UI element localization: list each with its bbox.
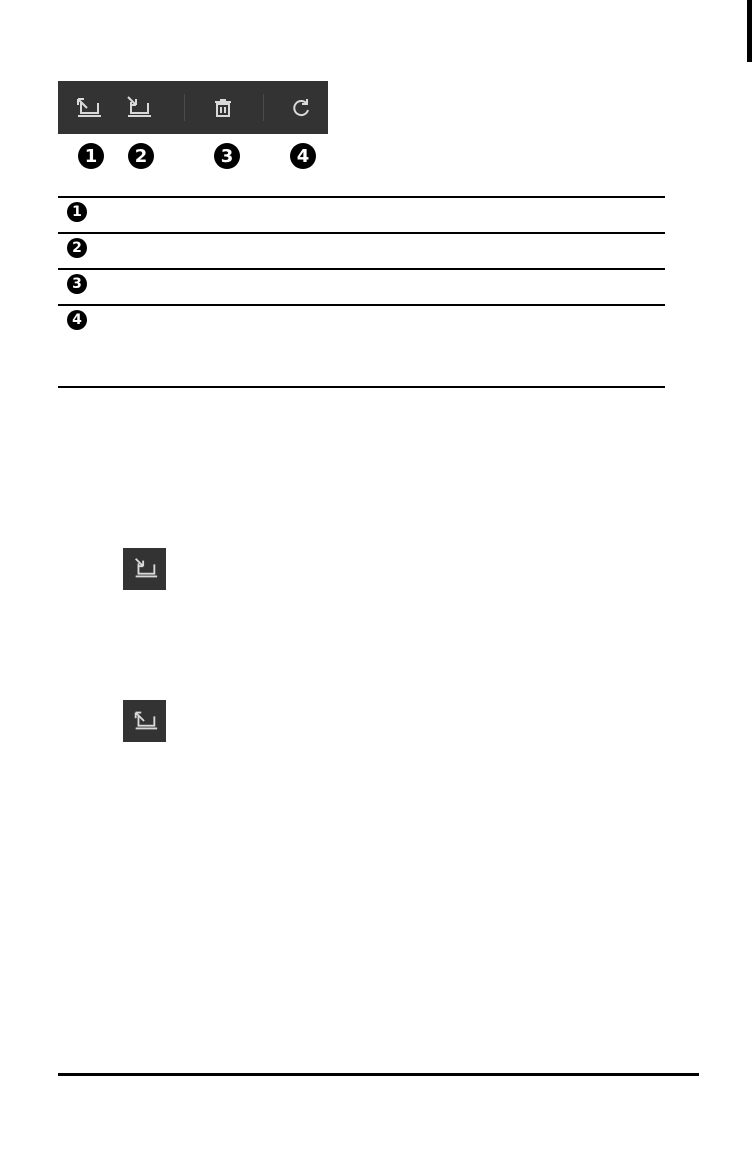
refresh-button[interactable] <box>276 81 326 134</box>
toolbar-separator <box>263 94 264 121</box>
delete-button[interactable] <box>198 81 248 134</box>
callout-2: 2 <box>128 143 154 169</box>
laptop-arrow-out-icon <box>77 97 101 117</box>
legend-number: 2 <box>67 238 87 258</box>
footer-rule <box>58 1073 699 1076</box>
legend-row: 3 <box>58 268 665 304</box>
legend-number: 1 <box>67 202 87 222</box>
toolbar-separator <box>184 94 185 121</box>
laptop-arrow-in-icon <box>127 95 151 117</box>
download-to-computer-button[interactable] <box>113 81 163 134</box>
refresh-icon <box>293 98 309 116</box>
callout-4: 4 <box>290 143 316 169</box>
legend-table: 1 2 3 4 <box>58 196 665 388</box>
download-to-computer-inline-button <box>123 548 166 590</box>
callout-1: 1 <box>78 143 104 169</box>
page-edge-rule <box>747 0 752 62</box>
callout-3: 3 <box>214 143 240 169</box>
legend-row: 1 <box>58 196 665 232</box>
upload-to-device-button[interactable] <box>63 81 113 134</box>
laptop-arrow-in-icon <box>134 558 157 578</box>
legend-row: 4 <box>58 304 665 388</box>
legend-number: 3 <box>67 274 87 294</box>
toolbar <box>58 81 328 134</box>
legend-number: 4 <box>67 310 87 330</box>
trash-icon <box>215 98 231 117</box>
upload-to-device-inline-button <box>123 700 166 742</box>
laptop-arrow-out-icon <box>134 711 157 730</box>
legend-row: 2 <box>58 232 665 268</box>
